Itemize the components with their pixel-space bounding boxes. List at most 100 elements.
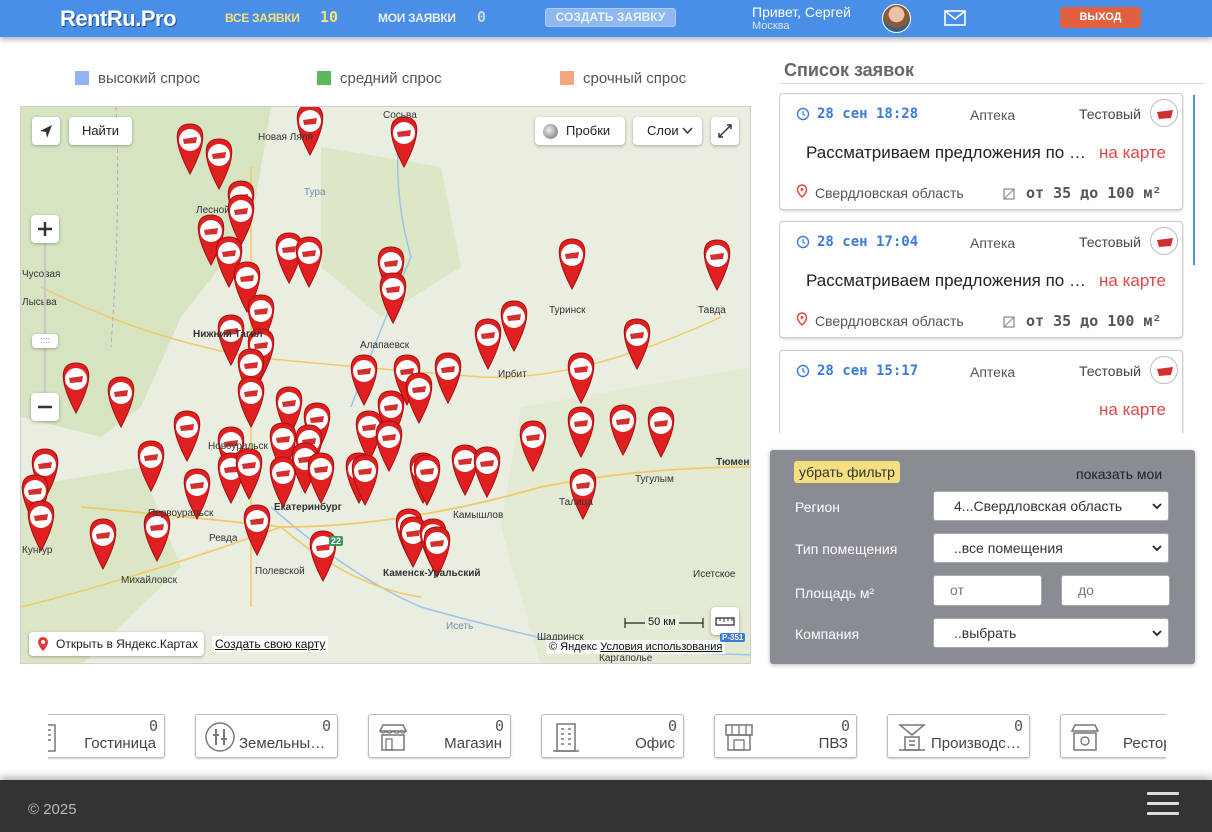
region-select[interactable]: 4...Свердловская область bbox=[933, 491, 1169, 521]
map-marker-icon[interactable] bbox=[89, 518, 117, 571]
category-tile-shop[interactable]: 0 Магазин bbox=[368, 714, 511, 758]
map-marker-icon[interactable] bbox=[647, 406, 675, 459]
my-requests-count: 0 bbox=[477, 8, 487, 26]
map-marker-icon[interactable] bbox=[62, 362, 90, 415]
location-pin-icon bbox=[796, 184, 808, 198]
terms-link[interactable]: Условия использования bbox=[600, 641, 722, 653]
map-marker-icon[interactable] bbox=[519, 420, 547, 473]
map-attribution: © Яндекс Условия использования bbox=[546, 640, 726, 654]
request-list[interactable]: 28 сен 18:28 Аптека Тестовый Рассматрива… bbox=[779, 93, 1184, 433]
category-tile-restaurant[interactable]: Ресторан bbox=[1060, 714, 1166, 758]
logo[interactable]: RentRu.Pro bbox=[60, 6, 177, 32]
category-tile-land[interactable]: 0 Земельный участок bbox=[195, 714, 338, 758]
map-marker-icon[interactable] bbox=[609, 404, 637, 457]
map-marker-icon[interactable] bbox=[269, 456, 297, 509]
map-marker-icon[interactable] bbox=[307, 452, 335, 505]
map-marker-icon[interactable] bbox=[413, 454, 441, 507]
map-marker-icon[interactable] bbox=[623, 318, 651, 371]
geolocation-button[interactable] bbox=[32, 117, 60, 145]
request-type: Аптека bbox=[970, 107, 1016, 123]
map-marker-icon[interactable] bbox=[500, 300, 528, 353]
legend-swatch bbox=[75, 71, 89, 85]
logout-button[interactable]: ВЫХОД bbox=[1060, 7, 1141, 28]
request-card[interactable]: 28 сен 18:28 Аптека Тестовый Рассматрива… bbox=[779, 93, 1183, 210]
category-tile-factory[interactable]: 0 Производство bbox=[887, 714, 1030, 758]
company-select[interactable]: ..выбрать bbox=[933, 618, 1169, 648]
category-tile-office[interactable]: 0 Офис bbox=[541, 714, 684, 758]
map-marker-icon[interactable] bbox=[567, 352, 595, 405]
area-to-input[interactable]: до bbox=[1061, 575, 1170, 606]
map-marker-icon[interactable] bbox=[235, 448, 263, 501]
premises-type-label: Тип помещения bbox=[795, 541, 898, 557]
category-count: 0 bbox=[667, 717, 677, 735]
map-marker-icon[interactable] bbox=[243, 504, 271, 557]
ruler-button[interactable] bbox=[711, 607, 739, 635]
map-marker-icon[interactable] bbox=[27, 500, 55, 553]
traffic-button[interactable]: Пробки bbox=[535, 117, 625, 145]
map-marker-icon[interactable] bbox=[434, 352, 462, 405]
area-label: Площадь м² bbox=[795, 585, 875, 601]
zoom-track[interactable] bbox=[44, 243, 46, 395]
area-from-input[interactable]: от bbox=[933, 575, 1042, 606]
open-yandex-maps-link[interactable]: Открыть в Яндекс.Картах bbox=[29, 632, 204, 656]
map-city-label: Нижний Тагил bbox=[193, 329, 263, 340]
category-tile-pickup-point[interactable]: 0 ПВЗ bbox=[714, 714, 857, 758]
all-requests-count: 10 bbox=[320, 8, 339, 26]
request-card[interactable]: 28 сен 15:17 Аптека Тестовый на карте bbox=[779, 350, 1183, 433]
logo-suffix: .Pro bbox=[135, 6, 177, 31]
list-scrollbar[interactable] bbox=[1193, 95, 1195, 265]
request-company: Тестовый bbox=[1079, 363, 1141, 379]
map-view[interactable]: Новая Ляля Сосьва Тура Лесной Чусовая Лы… bbox=[20, 106, 751, 664]
map-marker-icon[interactable] bbox=[296, 107, 324, 157]
premises-type-select[interactable]: ..все помещения bbox=[933, 533, 1169, 563]
map-marker-icon[interactable] bbox=[567, 406, 595, 459]
map-marker-icon[interactable] bbox=[451, 444, 479, 497]
map-marker-icon[interactable] bbox=[474, 318, 502, 371]
map-pin-icon bbox=[38, 637, 48, 651]
zoom-slider-handle[interactable]: :::: bbox=[32, 334, 58, 348]
map-search-button[interactable]: Найти bbox=[69, 117, 132, 145]
show-mine-link[interactable]: показать мои bbox=[1076, 466, 1162, 482]
map-marker-icon[interactable] bbox=[390, 116, 418, 169]
avatar[interactable] bbox=[882, 4, 911, 33]
map-marker-icon[interactable] bbox=[569, 468, 597, 521]
my-requests-link[interactable]: МОИ ЗАЯВКИ bbox=[378, 11, 456, 25]
map-marker-icon[interactable] bbox=[107, 376, 135, 429]
category-tiles: 0 Гостиница 0 Земельный участок 0 Магази… bbox=[48, 714, 1166, 760]
map-marker-icon[interactable] bbox=[379, 272, 407, 325]
request-card[interactable]: 28 сен 17:04 Аптека Тестовый Рассматрива… bbox=[779, 221, 1183, 338]
map-city-label: Туринск bbox=[549, 305, 586, 316]
layers-button[interactable]: Слои bbox=[633, 117, 702, 145]
map-marker-icon[interactable] bbox=[405, 372, 433, 425]
map-marker-icon[interactable] bbox=[237, 376, 265, 429]
zoom-out-button[interactable] bbox=[31, 393, 59, 421]
reset-filter-button[interactable]: убрать фильтр bbox=[794, 461, 900, 483]
map-marker-icon[interactable] bbox=[703, 239, 731, 292]
all-requests-link[interactable]: ВСЕ ЗАЯВКИ bbox=[225, 11, 300, 25]
chevron-down-icon bbox=[1152, 545, 1162, 552]
create-map-link[interactable]: Создать свою карту bbox=[212, 636, 329, 652]
map-marker-icon[interactable] bbox=[350, 354, 378, 407]
fullscreen-button[interactable] bbox=[711, 117, 739, 145]
hamburger-menu-icon[interactable] bbox=[1147, 792, 1179, 818]
mail-icon[interactable] bbox=[944, 10, 966, 26]
map-marker-icon[interactable] bbox=[558, 238, 586, 291]
legend-high-demand: высокий спрос bbox=[75, 70, 200, 87]
clock-icon bbox=[796, 107, 810, 121]
map-marker-icon[interactable] bbox=[205, 138, 233, 191]
category-tile-hotel[interactable]: 0 Гостиница bbox=[48, 714, 165, 758]
map-marker-icon[interactable] bbox=[375, 420, 403, 473]
show-on-map-link[interactable]: на карте bbox=[1099, 271, 1166, 291]
zoom-in-button[interactable] bbox=[31, 215, 59, 243]
map-marker-icon[interactable] bbox=[473, 446, 501, 499]
map-marker-icon[interactable] bbox=[295, 236, 323, 289]
category-label: ПВЗ bbox=[818, 735, 848, 752]
create-request-button[interactable]: СОЗДАТЬ ЗАЯВКУ bbox=[545, 8, 676, 27]
region-label: Регион bbox=[795, 499, 840, 515]
clock-icon bbox=[796, 235, 810, 249]
show-on-map-link[interactable]: на карте bbox=[1099, 143, 1166, 163]
map-marker-icon[interactable] bbox=[137, 440, 165, 493]
map-marker-icon[interactable] bbox=[173, 410, 201, 463]
map-marker-icon[interactable] bbox=[176, 123, 204, 176]
show-on-map-link[interactable]: на карте bbox=[1099, 400, 1166, 420]
